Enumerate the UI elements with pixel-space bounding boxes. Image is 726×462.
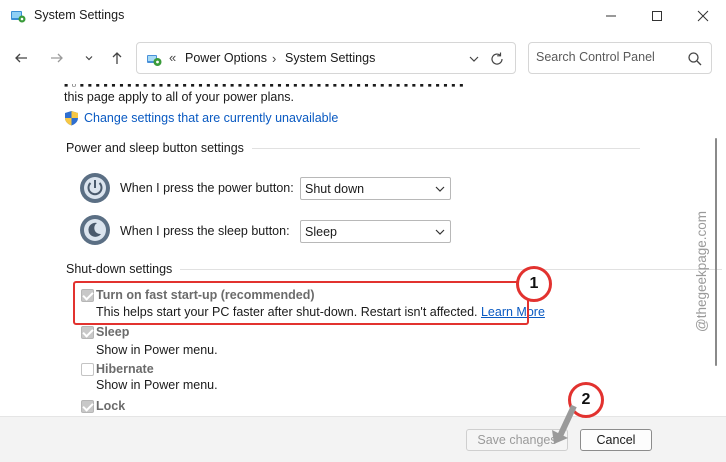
- navigation-bar: « Power Options › System Settings: [0, 32, 726, 84]
- hibernate-option-description: Show in Power menu.: [96, 378, 218, 392]
- power-button-label: When I press the power button:: [120, 181, 294, 195]
- hibernate-option-label: Hibernate: [96, 362, 154, 376]
- power-button-action-select[interactable]: Shut down: [300, 177, 451, 200]
- recent-locations-button[interactable]: [78, 48, 100, 68]
- vertical-scrollbar[interactable]: [712, 124, 720, 374]
- search-input[interactable]: [536, 50, 684, 64]
- refresh-icon: [491, 52, 503, 65]
- search-icon[interactable]: [687, 51, 703, 67]
- close-button[interactable]: [680, 0, 726, 32]
- title-bar: System Settings: [0, 0, 726, 32]
- sleep-checkbox[interactable]: [81, 326, 94, 339]
- breadcrumb-power-options[interactable]: Power Options: [185, 51, 267, 65]
- close-icon: [697, 10, 709, 22]
- address-bar[interactable]: « Power Options › System Settings: [136, 42, 516, 74]
- chevron-down-icon: [435, 229, 445, 235]
- control-panel-icon: [145, 50, 163, 68]
- app-icon: [10, 8, 26, 24]
- sleep-option-description: Show in Power menu.: [96, 343, 218, 357]
- annotation-badge-1: 1: [516, 266, 552, 302]
- lock-option-label: Lock: [96, 399, 126, 413]
- forward-arrow-icon: [51, 53, 63, 63]
- sleep-button-label: When I press the sleep button:: [120, 224, 290, 238]
- breadcrumb-overflow-chevron[interactable]: «: [169, 50, 176, 65]
- breadcrumb-separator: ›: [272, 51, 277, 66]
- sleep-button-action-value: Sleep: [305, 225, 337, 239]
- up-arrow-icon: [112, 52, 122, 64]
- refresh-button[interactable]: [489, 51, 505, 67]
- address-dropdown-button[interactable]: [467, 52, 481, 66]
- shield-icon: [65, 111, 78, 126]
- back-arrow-icon: [15, 53, 27, 63]
- window-title: System Settings: [34, 8, 125, 22]
- chevron-down-icon: [85, 56, 93, 61]
- power-sleep-header: Power and sleep button settings: [66, 141, 252, 155]
- change-settings-row[interactable]: Change settings that are currently unava…: [64, 110, 338, 126]
- breadcrumb-system-settings[interactable]: System Settings: [285, 51, 375, 65]
- sleep-button-action-select[interactable]: Sleep: [300, 220, 451, 243]
- cancel-button[interactable]: Cancel: [580, 429, 652, 451]
- change-settings-link[interactable]: Change settings that are currently unava…: [84, 111, 338, 125]
- chevron-down-icon: [469, 56, 479, 62]
- minimize-button[interactable]: [588, 0, 634, 32]
- sleep-button-icon: [79, 214, 111, 246]
- watermark-text: @thegeekpage.com: [694, 211, 709, 332]
- shutdown-header: Shut-down settings: [66, 262, 181, 276]
- hibernate-checkbox[interactable]: [81, 363, 94, 376]
- up-button[interactable]: [106, 48, 128, 68]
- scrollbar-thumb[interactable]: [715, 138, 717, 366]
- chevron-down-icon: [435, 186, 445, 192]
- power-button-action-value: Shut down: [305, 182, 365, 196]
- footer-bar: Save changes Cancel: [0, 416, 726, 462]
- intro-text: this page apply to all of your power pla…: [64, 90, 294, 104]
- maximize-icon: [652, 11, 662, 21]
- content-area: ▪ ▫ ▪ ▪ ▪ ▪ ▪ ▪ ▪ ▪ ▪ ▪ ▪ ▪ ▪ ▪ ▪ ▪ ▪ ▪ …: [0, 84, 726, 416]
- search-box[interactable]: [528, 42, 712, 74]
- power-button-icon: [79, 172, 111, 204]
- annotation-arrow-icon: [552, 404, 577, 444]
- lock-checkbox[interactable]: [81, 400, 94, 413]
- annotation-highlight-box: [73, 281, 529, 325]
- minimize-icon: [606, 15, 616, 17]
- sleep-option-label: Sleep: [96, 325, 130, 339]
- watermark: @thegeekpage.com: [694, 211, 709, 332]
- back-button[interactable]: [10, 48, 32, 68]
- forward-button[interactable]: [46, 48, 68, 68]
- maximize-button[interactable]: [634, 0, 680, 32]
